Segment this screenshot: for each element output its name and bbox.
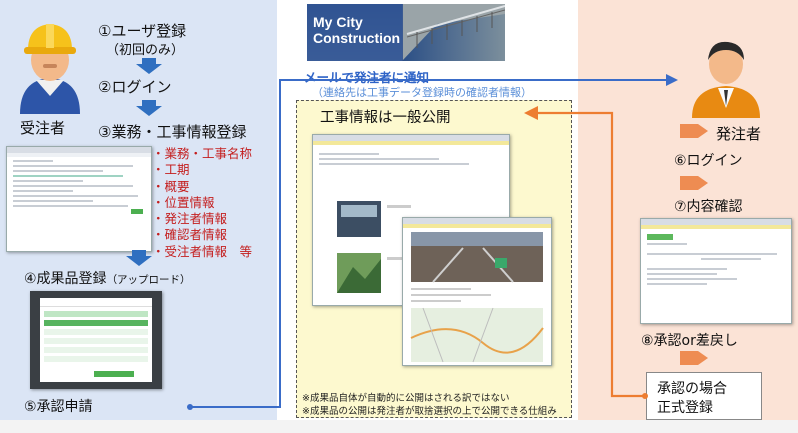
step-login-contractor: ②ログイン: [98, 78, 172, 96]
orderer-arrow-3: [680, 351, 708, 365]
step-deliverable-main: ④成果品登録: [24, 271, 107, 287]
down-arrow-3: [126, 250, 152, 266]
footer-strip: [0, 420, 798, 433]
step-content-check: ⑦内容確認: [674, 199, 743, 215]
step-user-registration: ①ユーザ登録: [98, 22, 187, 40]
public-note-2: ※成果品の公開は発注者が取捨選択の上で公開できる仕組み: [302, 406, 557, 417]
registration-form-screenshot: [6, 146, 152, 252]
step-user-registration-note: （初回のみ）: [106, 43, 185, 58]
down-arrow-1: [136, 58, 162, 74]
down-arrow-2: [136, 100, 162, 116]
upload-dialog-screenshot: [30, 291, 162, 389]
public-info-title: 工事情報は一般公開: [320, 110, 451, 126]
official-registration-label: 正式登録: [657, 400, 713, 416]
step-project-registration: ③業務・工事情報登録: [98, 123, 247, 141]
approval-case-label: 承認の場合: [657, 381, 727, 397]
registration-item: ・位置情報: [152, 194, 215, 210]
banner-title-line2: Construction: [313, 30, 401, 46]
orderer-arrow-1: [680, 124, 708, 138]
registration-item: ・発注者情報: [152, 211, 228, 227]
my-city-construction-banner: My City Construction: [307, 4, 505, 61]
registration-item: ・概要: [152, 178, 190, 194]
orderer-role-label: 発注者: [716, 125, 762, 143]
official-registration-box: 承認の場合 正式登録: [646, 372, 762, 420]
step-login-orderer: ⑥ログイン: [674, 153, 743, 169]
registration-item: ・業務・工事名称: [152, 146, 253, 161]
contractor-role-label: 受注者: [20, 119, 66, 137]
step-approval-request: ⑤承認申請: [24, 399, 93, 415]
registration-item: ・工期: [152, 162, 190, 178]
registration-items-list: ・業務・工事名称 ・工期 ・概要 ・位置情報 ・発注者情報 ・確認者情報 ・受注…: [152, 146, 252, 260]
orderer-arrow-2: [680, 176, 708, 190]
step-approve-or-return: ⑧承認or差戻し: [641, 333, 738, 349]
step-deliverable-registration: ④成果品登録（アップロード）: [24, 268, 191, 288]
orderer-person-icon: [692, 41, 760, 118]
registration-item: ・受注者情報 等: [152, 243, 253, 259]
contractor-worker-icon: [20, 24, 80, 114]
orderer-review-screenshot: [640, 218, 792, 324]
email-notification-note: （連絡先は工事データ登録時の確認者情報）: [312, 86, 532, 99]
public-site-screenshot-detail: [402, 217, 552, 366]
public-note-1: ※成果品自体が自動的に公開はされる訳ではない: [302, 393, 510, 404]
registration-item: ・確認者情報: [152, 227, 228, 243]
step-deliverable-sub: （アップロード）: [106, 274, 191, 286]
banner-title-line1: My City: [313, 14, 363, 30]
